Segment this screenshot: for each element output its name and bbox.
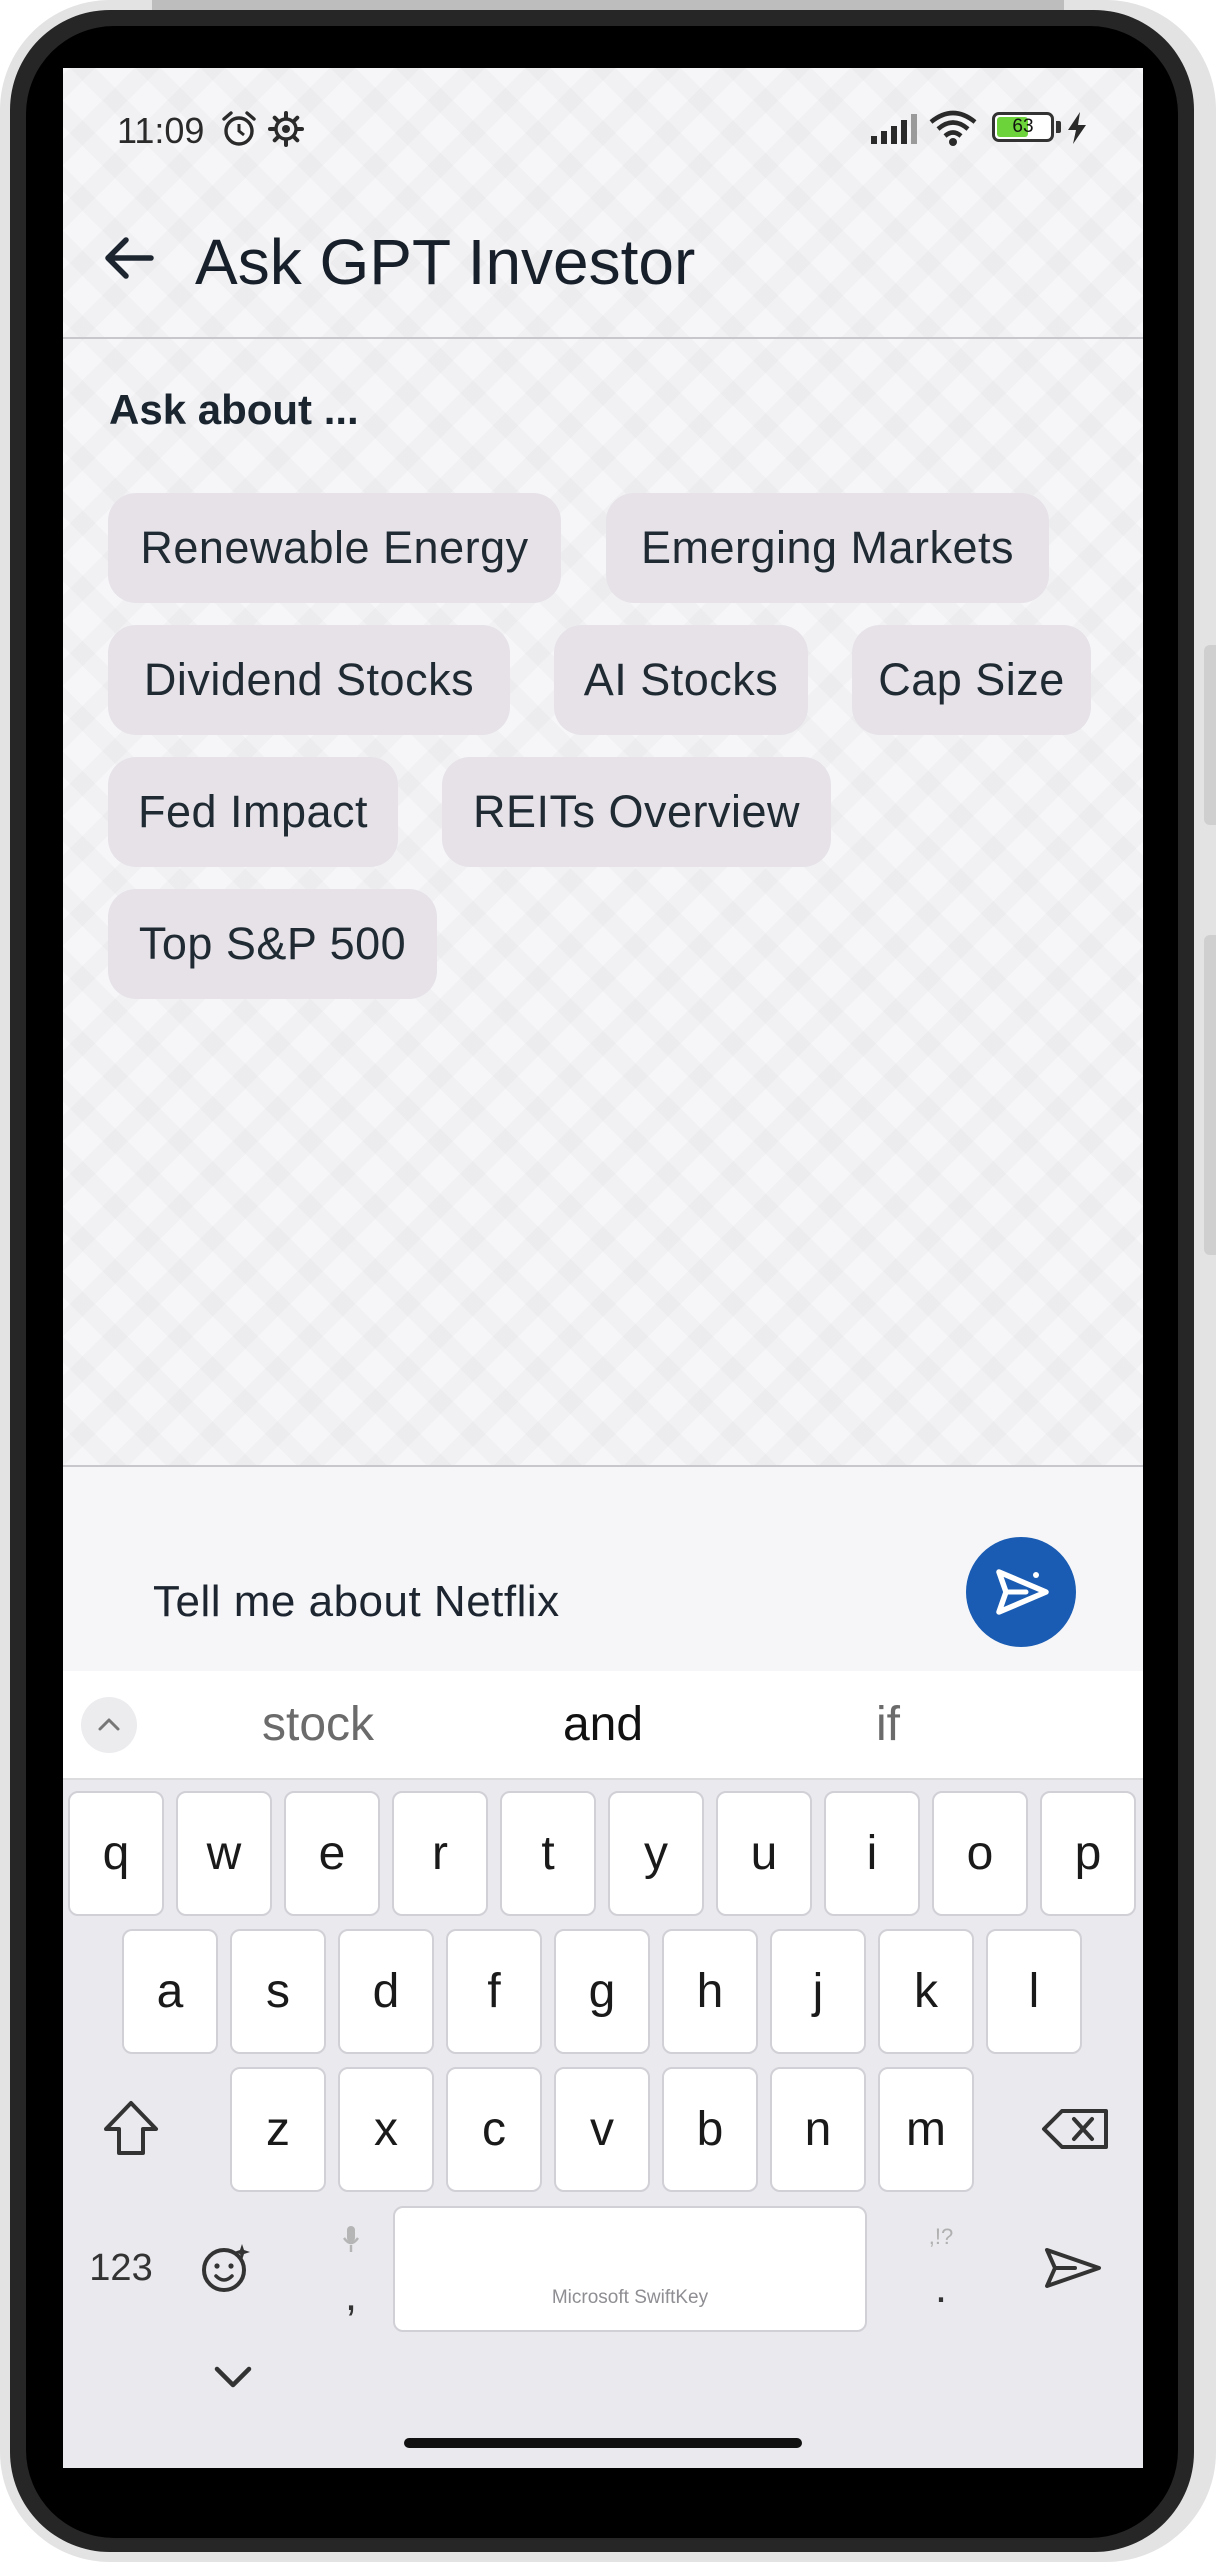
chip-cap-size[interactable]: Cap Size (852, 625, 1091, 735)
settings-gear-icon (268, 111, 304, 147)
key-e[interactable]: e (284, 1791, 380, 1916)
key-y[interactable]: y (608, 1791, 704, 1916)
key-v[interactable]: v (554, 2067, 650, 2192)
send-button[interactable] (966, 1537, 1076, 1647)
key-z[interactable]: z (230, 2067, 326, 2192)
prediction-left[interactable]: stock (193, 1671, 443, 1778)
status-bar: 11:09 63 (63, 68, 1143, 190)
chevron-up-icon (98, 1718, 120, 1731)
back-button[interactable] (93, 222, 165, 294)
period-label: . (934, 2263, 948, 2312)
keyboard-brand-label: Microsoft SwiftKey (551, 2287, 709, 2308)
chip-ai-stocks[interactable]: AI Stocks (554, 625, 808, 735)
chip-dividend-stocks[interactable]: Dividend Stocks (108, 625, 510, 735)
key-k[interactable]: k (878, 1929, 974, 2054)
app-bar-divider (63, 337, 1143, 339)
status-time: 11:09 (117, 110, 205, 151)
battery-level: 63 (1012, 116, 1034, 137)
key-c[interactable]: c (446, 2067, 542, 2192)
battery-cap (1056, 121, 1061, 133)
key-s[interactable]: s (230, 1929, 326, 2054)
ask-about-label: Ask about ... (109, 386, 359, 433)
chip-emerging-markets[interactable]: Emerging Markets (606, 493, 1049, 603)
key-q[interactable]: q (68, 1791, 164, 1916)
numbers-key[interactable]: 123 (73, 2206, 169, 2331)
comma-key[interactable]: , (303, 2206, 399, 2331)
hide-keyboard-button[interactable] (193, 2341, 273, 2411)
chip-fed-impact[interactable]: Fed Impact (108, 757, 398, 867)
prediction-bar: stock and if (63, 1671, 1143, 1780)
key-m[interactable]: m (878, 2067, 974, 2192)
key-i[interactable]: i (824, 1791, 920, 1916)
key-p[interactable]: p (1040, 1791, 1136, 1916)
key-x[interactable]: x (338, 2067, 434, 2192)
key-l[interactable]: l (986, 1929, 1082, 2054)
send-icon (996, 1569, 1049, 1615)
page-title: Ask GPT Investor (195, 226, 696, 298)
prediction-right[interactable]: if (763, 1671, 1013, 1778)
key-h[interactable]: h (662, 1929, 758, 2054)
punctuation-hint: ,!? (928, 2224, 954, 2249)
microphone-icon (343, 2226, 359, 2252)
key-r[interactable]: r (392, 1791, 488, 1916)
key-f[interactable]: f (446, 1929, 542, 2054)
alarm-icon (222, 111, 256, 146)
shift-arrow-icon (104, 2101, 158, 2155)
expand-toolbar-button[interactable] (81, 1697, 137, 1753)
app-bar: Ask GPT Investor (63, 190, 1143, 340)
phone-screen: 11:09 63 Ask GPT Investor Ask about ... … (63, 68, 1143, 2468)
wifi-icon (929, 110, 977, 146)
chevron-down-icon (214, 2366, 252, 2388)
emoji-sparkle-icon (202, 2244, 250, 2292)
keyboard-send-key[interactable] (1023, 2206, 1119, 2331)
key-b[interactable]: b (662, 2067, 758, 2192)
key-w[interactable]: w (176, 1791, 272, 1916)
space-key[interactable]: Microsoft SwiftKey (393, 2206, 867, 2332)
send-arrow-icon (1045, 2248, 1101, 2288)
home-indicator[interactable] (404, 2438, 802, 2448)
key-u[interactable]: u (716, 1791, 812, 1916)
comma-label: , (344, 2271, 358, 2320)
key-a[interactable]: a (122, 1929, 218, 2054)
key-g[interactable]: g (554, 1929, 650, 2054)
backspace-key[interactable] (1028, 2067, 1124, 2192)
message-composer (63, 1467, 1143, 1671)
arrow-left-icon (105, 237, 154, 279)
battery-icon: 63 (992, 112, 1054, 142)
message-input[interactable] (153, 1567, 953, 1637)
chip-top-sp-500[interactable]: Top S&P 500 (108, 889, 437, 999)
emoji-key[interactable] (178, 2206, 274, 2331)
signal-icon (871, 114, 917, 144)
backspace-icon (1042, 2109, 1108, 2149)
volume-button (1204, 645, 1216, 825)
key-n[interactable]: n (770, 2067, 866, 2192)
on-screen-keyboard: stock and if q w e r t y u i o p a s d f… (63, 1671, 1143, 2468)
key-j[interactable]: j (770, 1929, 866, 2054)
shift-key[interactable] (83, 2067, 179, 2192)
key-d[interactable]: d (338, 1929, 434, 2054)
key-o[interactable]: o (932, 1791, 1028, 1916)
key-t[interactable]: t (500, 1791, 596, 1916)
chip-reits-overview[interactable]: REITs Overview (442, 757, 831, 867)
period-key[interactable]: ,!? . (893, 2206, 989, 2331)
chip-renewable-energy[interactable]: Renewable Energy (108, 493, 561, 603)
power-button (1204, 935, 1216, 1255)
charging-bolt-icon (1068, 112, 1086, 144)
prediction-center[interactable]: and (478, 1671, 728, 1778)
